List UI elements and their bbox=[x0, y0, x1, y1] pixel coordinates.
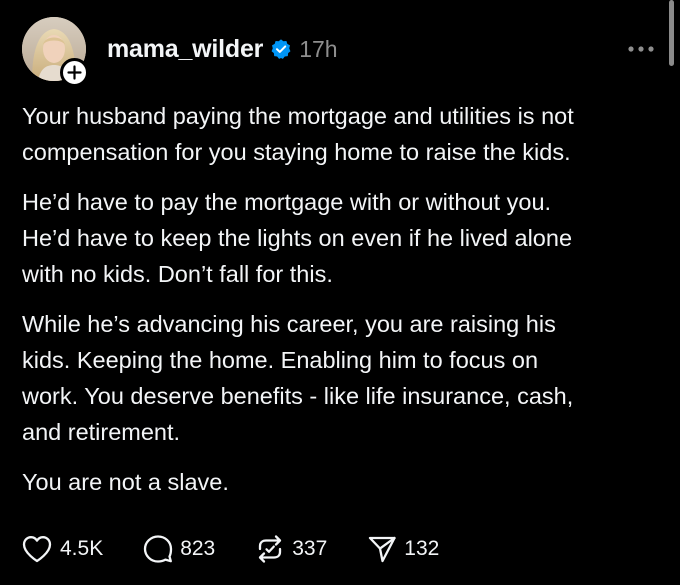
follow-button[interactable] bbox=[60, 58, 89, 87]
heart-icon bbox=[22, 536, 52, 563]
post-timestamp: 17h bbox=[299, 35, 338, 62]
more-horizontal-icon[interactable] bbox=[626, 40, 656, 58]
author-username[interactable]: mama_wilder bbox=[107, 35, 263, 64]
share-button[interactable]: 132 bbox=[367, 534, 439, 564]
post-paragraph: While he’s advancing his career, you are… bbox=[22, 311, 574, 445]
author-avatar[interactable] bbox=[22, 17, 89, 87]
share-count: 132 bbox=[404, 537, 440, 560]
thread-post: mama_wilder 17h Your husband paying the … bbox=[0, 0, 680, 585]
post-body: Your husband paying the mortgage and uti… bbox=[22, 98, 662, 514]
verified-badge-icon bbox=[271, 39, 291, 59]
like-count: 4.5K bbox=[60, 537, 104, 560]
reply-count: 823 bbox=[180, 537, 216, 560]
plus-icon bbox=[67, 65, 82, 80]
post-actions: 4.5K 823 337 132 bbox=[21, 532, 479, 566]
scrollbar[interactable] bbox=[669, 0, 674, 66]
reply-button[interactable]: 823 bbox=[143, 534, 215, 564]
repost-button[interactable]: 337 bbox=[255, 534, 327, 564]
send-icon bbox=[369, 536, 396, 563]
comment-icon bbox=[144, 535, 173, 563]
post-paragraph: You are not a slave. bbox=[22, 469, 229, 495]
repost-icon bbox=[259, 535, 282, 563]
repost-count: 337 bbox=[292, 537, 328, 560]
like-button[interactable]: 4.5K bbox=[21, 534, 103, 564]
post-paragraph: Your husband paying the mortgage and uti… bbox=[22, 103, 574, 165]
post-header: mama_wilder 17h bbox=[107, 32, 338, 66]
post-paragraph: He’d have to pay the mortgage with or wi… bbox=[22, 189, 573, 287]
